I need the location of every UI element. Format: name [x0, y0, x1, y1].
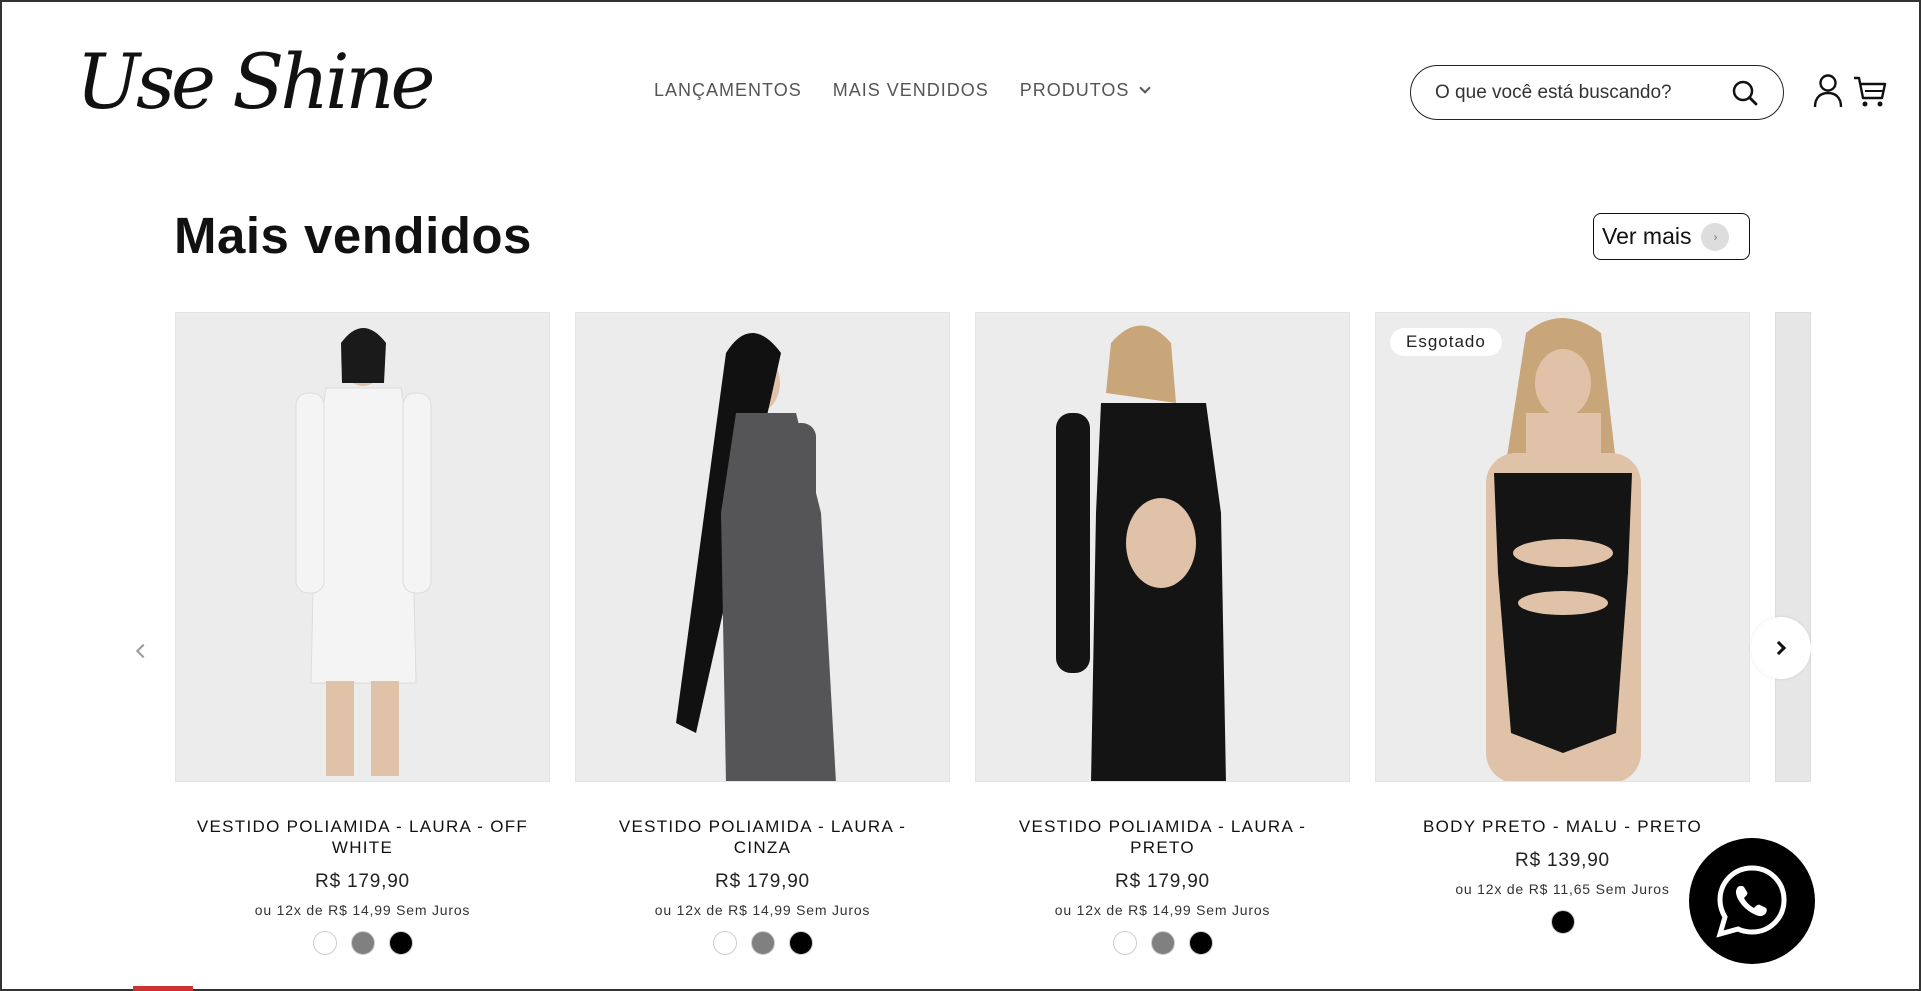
- status-badge: Esgotado: [1390, 328, 1502, 356]
- swatch-white[interactable]: [312, 931, 337, 955]
- search-bar: [1410, 65, 1784, 120]
- search-icon[interactable]: [1731, 79, 1759, 107]
- product-photo-model: [676, 333, 836, 781]
- product-price: R$ 179,90: [1115, 871, 1210, 892]
- product-name[interactable]: VESTIDO POLIAMIDA - LAURA - OFF WHITE: [175, 816, 550, 858]
- swatch-black[interactable]: [788, 931, 813, 955]
- product-price: R$ 139,90: [1515, 850, 1610, 871]
- swatch-white[interactable]: [712, 931, 737, 955]
- nav-item-produtos[interactable]: PRODUTOS: [1019, 80, 1152, 101]
- chevron-right-icon: [1771, 640, 1787, 656]
- garment-shape: [1091, 403, 1226, 781]
- user-icon[interactable]: [1812, 73, 1844, 109]
- swatch-gray[interactable]: [750, 931, 775, 955]
- carousel-next-button[interactable]: [1751, 617, 1811, 679]
- whatsapp-icon: [1716, 865, 1787, 938]
- section-title: Mais vendidos: [174, 207, 532, 264]
- color-swatches: [575, 931, 950, 955]
- product-image[interactable]: Esgotado: [1375, 312, 1750, 782]
- product-photo-model: [1056, 325, 1226, 781]
- product-photo-model: [295, 328, 432, 776]
- product-card[interactable]: VESTIDO POLIAMIDA - LAURA - OFF WHITE R$…: [175, 312, 550, 955]
- cart-icon[interactable]: [1852, 73, 1888, 109]
- product-installments: ou 12x de R$ 14,99 Sem Juros: [654, 902, 871, 918]
- product-image[interactable]: [575, 312, 950, 782]
- product-image[interactable]: [175, 312, 550, 782]
- garment-shape: [310, 387, 417, 684]
- product-installments: ou 12x de R$ 14,99 Sem Juros: [1054, 902, 1271, 918]
- swatch-black[interactable]: [1188, 931, 1213, 955]
- product-price: R$ 179,90: [715, 871, 810, 892]
- product-name[interactable]: VESTIDO POLIAMIDA - LAURA - PRETO: [975, 816, 1350, 858]
- product-card-partial[interactable]: [1775, 312, 1811, 782]
- garment-shape: [721, 413, 836, 781]
- ver-mais-button[interactable]: Ver mais ›: [1593, 213, 1750, 260]
- chevron-left-icon: [135, 643, 151, 659]
- page-edge-strip: [133, 986, 193, 991]
- site-logo[interactable]: Use Shine: [76, 44, 435, 120]
- product-installments: ou 12x de R$ 14,99 Sem Juros: [254, 902, 471, 918]
- chevron-down-icon: [1139, 82, 1152, 94]
- color-swatches: [975, 931, 1350, 955]
- chevron-right-icon: ›: [1701, 222, 1730, 251]
- swatch-gray[interactable]: [1150, 931, 1175, 955]
- product-card[interactable]: VESTIDO POLIAMIDA - LAURA - CINZA R$ 179…: [575, 312, 950, 955]
- whatsapp-button[interactable]: [1689, 838, 1815, 964]
- product-name[interactable]: BODY PRETO - MALU - PRETO: [1375, 816, 1750, 837]
- nav-item-mais-vendidos[interactable]: MAIS VENDIDOS: [833, 80, 989, 101]
- swatch-black[interactable]: [1550, 910, 1575, 934]
- swatch-white[interactable]: [1112, 931, 1137, 955]
- nav-item-lancamentos[interactable]: LANÇAMENTOS: [654, 80, 802, 101]
- product-price: R$ 179,90: [315, 871, 410, 892]
- swatch-black[interactable]: [388, 931, 413, 955]
- product-name[interactable]: VESTIDO POLIAMIDA - LAURA - CINZA: [575, 816, 950, 858]
- product-card[interactable]: Esgotado BODY PRETO - MALU - PRETO R$ 13…: [1375, 312, 1750, 934]
- swatch-gray[interactable]: [350, 931, 375, 955]
- ver-mais-label: Ver mais: [1602, 223, 1692, 249]
- carousel-prev-button[interactable]: [128, 636, 158, 666]
- product-image[interactable]: [975, 312, 1350, 782]
- main-nav: LANÇAMENTOS MAIS VENDIDOS PRODUTOS: [654, 80, 1152, 101]
- search-input[interactable]: [1435, 81, 1705, 104]
- product-card[interactable]: VESTIDO POLIAMIDA - LAURA - PRETO R$ 179…: [975, 312, 1350, 955]
- color-swatches: [175, 931, 550, 955]
- product-photo-model: [1486, 318, 1641, 781]
- nav-item-produtos-label: PRODUTOS: [1019, 80, 1130, 100]
